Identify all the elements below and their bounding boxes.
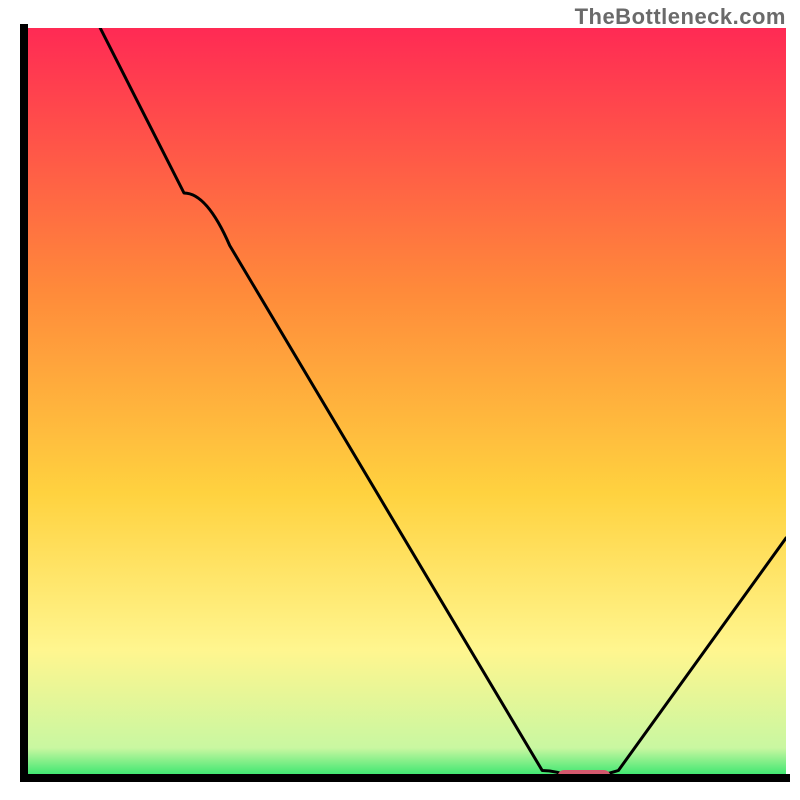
plot-area	[24, 28, 786, 785]
gradient-background	[24, 28, 786, 778]
chart-frame: TheBottleneck.com	[0, 0, 800, 800]
watermark-label: TheBottleneck.com	[575, 4, 786, 30]
bottleneck-chart	[0, 0, 800, 800]
